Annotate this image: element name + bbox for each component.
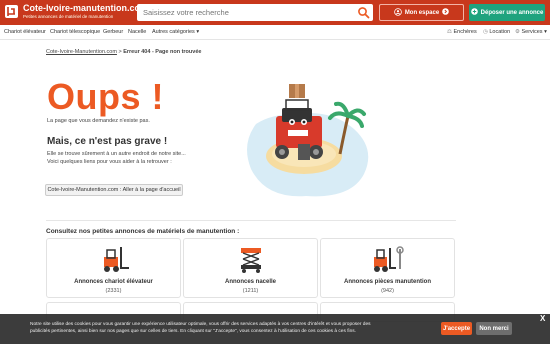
post-ad-button[interactable]: Déposer une annonce — [469, 4, 545, 21]
user-icon — [394, 7, 402, 18]
error-help-line-1: Elle se trouve sûrement à un autre endro… — [47, 151, 186, 157]
cookie-accept-button[interactable]: J'accepte — [441, 322, 472, 335]
scissor-lift-icon — [235, 245, 267, 280]
search-input[interactable] — [143, 6, 343, 19]
category-nav: Chariot élévateur Chariot télescopique G… — [0, 25, 550, 40]
listing-card-label: Annonces nacelle — [224, 279, 277, 285]
forklift-parts-icon — [370, 245, 406, 280]
close-icon[interactable]: X — [540, 314, 545, 323]
chevron-down-icon: ▾ — [544, 29, 547, 35]
listing-card-label: Annonces pièces manutention — [343, 279, 431, 285]
forklift-island-illustration — [236, 74, 376, 209]
cookie-refuse-button[interactable]: Non merci — [476, 322, 512, 335]
nav-item-aerial-platform[interactable]: Nacelle — [128, 29, 146, 35]
site-title[interactable]: Cote-Ivoire-manutention.com — [23, 3, 148, 13]
nav-item-stacker[interactable]: Gerbeur — [103, 29, 123, 35]
breadcrumb: Cote-Ivoire-Manutention.com > Erreur 404… — [46, 49, 201, 55]
error-help-line-2: Voici quelques liens pour vous aider à l… — [47, 158, 172, 165]
listings-title: Consultez nos petites annonces de matéri… — [46, 228, 240, 235]
forklift-icon — [98, 245, 130, 280]
nav-item-services[interactable]: ⚙ Services ▾ — [515, 29, 547, 35]
cookie-text: Notre site utilise des cookies pour vous… — [30, 322, 371, 334]
nav-item-forklift[interactable]: Chariot élévateur — [4, 29, 46, 35]
listing-card-parts[interactable]: Annonces pièces manutention (942) — [320, 238, 455, 298]
gear-icon: ⚙ — [515, 29, 520, 35]
my-space-label: Mon espace — [404, 9, 440, 16]
error-message: La page que vous demandez n'existe pas. — [47, 118, 150, 124]
error-subheading: Mais, ce n'est pas grave ! — [47, 136, 168, 147]
nav-item-other-categories[interactable]: Autres catégories ▾ — [152, 29, 199, 35]
site-subtitle: Petites annonces de matériel de manutent… — [23, 14, 114, 19]
post-ad-label: Déposer une annonce — [480, 9, 544, 16]
listing-card-count: (2331) — [105, 288, 122, 294]
chevron-right-icon — [442, 8, 449, 17]
breadcrumb-home-link[interactable]: Cote-Ivoire-Manutention.com — [46, 49, 117, 55]
listing-card-count: (1211) — [242, 288, 259, 294]
error-help-text: Elle se trouve sûrement à un autre endro… — [47, 151, 197, 166]
cookie-banner: Notre site utilise des cookies pour vous… — [0, 314, 550, 344]
listing-card-label: Annonces chariot élévateur — [74, 279, 153, 285]
listing-card-forklift[interactable]: Annonces chariot élévateur (2331) — [46, 238, 181, 298]
clock-icon: ◷ — [483, 29, 488, 35]
top-header: Cote-Ivoire-manutention.com Petites anno… — [0, 0, 550, 25]
auction-icon: ⚖ — [447, 29, 452, 35]
chevron-down-icon: ▾ — [196, 29, 200, 35]
plus-circle-icon — [470, 8, 478, 17]
listing-card-count: (942) — [381, 288, 394, 294]
nav-item-telehandler[interactable]: Chariot télescopique — [50, 29, 100, 35]
breadcrumb-separator: > — [118, 49, 122, 55]
breadcrumb-current: Erreur 404 - Page non trouvée — [123, 49, 202, 55]
error-heading: Oups ! — [47, 76, 164, 117]
search-icon[interactable] — [357, 6, 370, 19]
search-bar — [137, 4, 373, 21]
go-home-button[interactable]: Cote-Ivoire-Manutention.com : Aller à la… — [45, 184, 183, 196]
site-logo-icon[interactable] — [5, 5, 18, 18]
my-space-button[interactable]: Mon espace — [379, 4, 464, 21]
nav-item-rental[interactable]: ◷ Location — [483, 29, 510, 35]
nav-item-auctions[interactable]: ⚖ Enchères — [447, 29, 477, 35]
section-divider — [46, 220, 456, 221]
listing-card-aerial-platform[interactable]: Annonces nacelle (1211) — [183, 238, 318, 298]
